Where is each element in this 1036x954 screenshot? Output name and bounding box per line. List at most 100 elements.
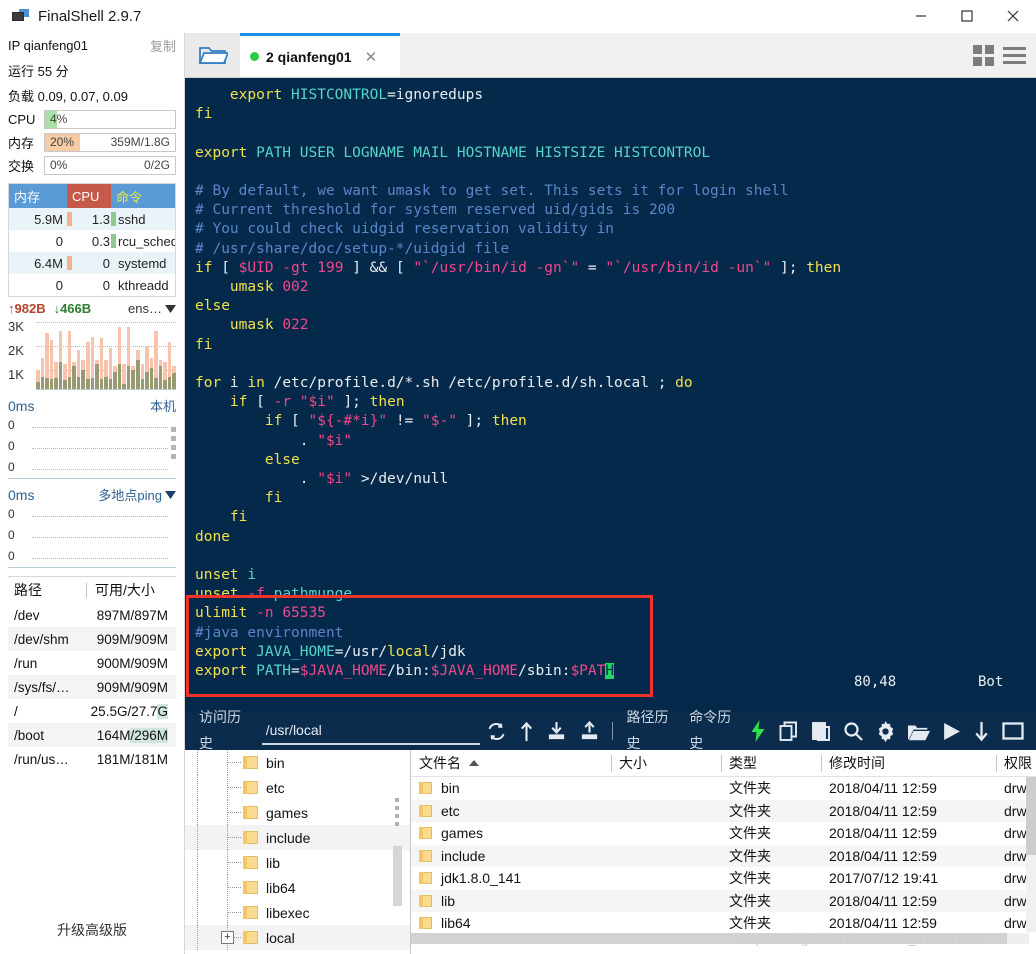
- terminal-line: #java environment: [195, 624, 344, 641]
- col-header-command[interactable]: 命令: [111, 184, 175, 208]
- folder-icon: [243, 856, 258, 869]
- table-row[interactable]: lib 文件夹 2018/04/11 12:59 drwxr: [411, 889, 1036, 912]
- up-arrow-icon[interactable]: [519, 721, 534, 742]
- ping-multi-latency: 0ms: [8, 486, 35, 503]
- scroll-thumb[interactable]: [393, 846, 402, 906]
- file-name-label: include: [441, 847, 486, 864]
- folder-icon[interactable]: [907, 722, 930, 741]
- disk-size: 181M/181M: [96, 751, 168, 767]
- tree-item-libexec[interactable]: libexec: [185, 900, 410, 925]
- table-row[interactable]: bin 文件夹 2018/04/11 12:59 drwxr: [411, 777, 1036, 800]
- tree-scrollbar[interactable]: [393, 750, 402, 954]
- col-header-size[interactable]: 可用/大小: [87, 580, 176, 600]
- refresh-icon[interactable]: [486, 721, 507, 742]
- scroll-thumb[interactable]: [411, 933, 1007, 944]
- grid-view-icon[interactable]: [973, 44, 994, 66]
- process-row[interactable]: 0 0 kthreadd: [9, 274, 175, 296]
- directory-tree[interactable]: bin etc games include lib lib64 libexec + local: [185, 750, 411, 954]
- col-header-path[interactable]: 路径: [8, 580, 86, 600]
- terminal-line: if [ "${-#*i}" != "$-" ]; then: [264, 413, 527, 430]
- path-input[interactable]: /usr/local: [261, 717, 480, 745]
- disk-row[interactable]: /dev/shm 909M/909M: [8, 627, 176, 651]
- tree-item-lib[interactable]: lib: [185, 850, 410, 875]
- col-header-size[interactable]: 大小: [611, 750, 721, 777]
- file-type-cell: 文件夹: [729, 892, 771, 909]
- col-header-memory[interactable]: 内存: [9, 184, 67, 208]
- tree-item-include[interactable]: include: [185, 825, 410, 850]
- tree-item-local[interactable]: + local: [185, 925, 410, 950]
- disk-size: 909M/909M: [96, 631, 168, 647]
- folder-icon: [419, 917, 432, 930]
- disk-path: /sys/fs/…: [14, 679, 70, 695]
- col-header-type[interactable]: 类型: [721, 750, 821, 777]
- disk-row[interactable]: / 25.5G/27.7G: [8, 699, 176, 723]
- terminal-line: umask 022: [229, 317, 309, 334]
- lightning-icon[interactable]: [750, 720, 767, 742]
- meter-bar: 4%: [44, 110, 176, 129]
- tree-item-etc[interactable]: etc: [185, 775, 410, 800]
- hamburger-menu-icon[interactable]: [1003, 46, 1026, 64]
- paste-icon[interactable]: [811, 721, 831, 742]
- download-arrow-icon[interactable]: [973, 721, 990, 742]
- col-header-filename[interactable]: 文件名: [411, 750, 611, 777]
- y-tick: 1K: [8, 367, 24, 382]
- tree-item-bin[interactable]: bin: [185, 750, 410, 775]
- close-icon[interactable]: ✕: [365, 48, 378, 66]
- ping-local-scrollbar[interactable]: [171, 427, 176, 463]
- close-button[interactable]: [990, 0, 1036, 33]
- load-label: 负载 0.09, 0.07, 0.09: [8, 89, 128, 104]
- maximize-button[interactable]: [944, 0, 990, 33]
- meter-percent: 20%: [50, 135, 75, 149]
- ip-row: IP qianfeng01 复制: [0, 33, 184, 58]
- terminal-output[interactable]: export HISTCONTROL=ignoredups fi export P…: [185, 78, 1036, 712]
- table-row[interactable]: lib64 文件夹 2018/04/11 12:59 drwxr: [411, 912, 1036, 935]
- interface-selector[interactable]: ens…: [128, 301, 176, 316]
- scroll-thumb[interactable]: [1026, 777, 1036, 855]
- col-header-modified[interactable]: 修改时间: [821, 750, 996, 777]
- monitor-icon: [12, 9, 29, 23]
- process-row[interactable]: 0 0.3 rcu_sched: [9, 230, 175, 252]
- disk-row[interactable]: /run/us… 181M/181M: [8, 747, 176, 771]
- process-row[interactable]: 6.4M 0 systemd: [9, 252, 175, 274]
- col-header-permissions[interactable]: 权限: [996, 750, 1036, 777]
- process-row[interactable]: 5.9M 1.3 sshd: [9, 208, 175, 230]
- table-row[interactable]: include 文件夹 2018/04/11 12:59 drwxr: [411, 844, 1036, 867]
- process-cpu: 0: [102, 255, 110, 271]
- copy-icon[interactable]: [779, 721, 799, 742]
- upgrade-button[interactable]: 升级高级版: [0, 920, 184, 940]
- gear-icon[interactable]: [875, 720, 896, 742]
- col-header-cpu[interactable]: CPU: [67, 184, 111, 208]
- file-type-cell: 文件夹: [729, 825, 771, 842]
- table-row[interactable]: games 文件夹 2018/04/11 12:59 drwxr: [411, 822, 1036, 845]
- search-icon[interactable]: [843, 721, 863, 741]
- copy-button[interactable]: 复制: [150, 36, 176, 55]
- folder-icon: [419, 894, 432, 907]
- file-modified-cell: 2018/04/11 12:59: [829, 802, 937, 819]
- network-chart-bars: [36, 318, 176, 390]
- disk-row[interactable]: /dev 897M/897M: [8, 603, 176, 627]
- disk-row[interactable]: /run 900M/909M: [8, 651, 176, 675]
- disk-row[interactable]: /sys/fs/… 909M/909M: [8, 675, 176, 699]
- file-list-panel[interactable]: 文件名 大小 类型 修改时间 权限 bin 文件夹 2018/04/11 12:59…: [411, 750, 1036, 954]
- minimize-button[interactable]: [898, 0, 944, 33]
- tree-item-games[interactable]: games: [185, 800, 410, 825]
- upload-icon[interactable]: [579, 720, 600, 742]
- file-modified-cell: 2018/04/11 12:59: [829, 780, 937, 797]
- expand-icon[interactable]: +: [221, 931, 234, 944]
- network-bar: [126, 326, 131, 389]
- download-icon[interactable]: [546, 721, 567, 742]
- tree-item-lib64[interactable]: lib64: [185, 875, 410, 900]
- terminal-line: export HISTCONTROL=ignoredups: [229, 87, 484, 103]
- tab-qianfeng01[interactable]: 2 qianfeng01 ✕: [240, 33, 400, 77]
- file-list-hscrollbar[interactable]: [411, 933, 1029, 944]
- file-name-cell: include: [411, 848, 611, 864]
- ping-multi-selector[interactable]: 多地点ping: [98, 485, 176, 504]
- file-list-scrollbar[interactable]: [1026, 777, 1036, 932]
- open-folder-icon[interactable]: [185, 33, 240, 77]
- play-icon[interactable]: [942, 722, 961, 741]
- window-icon[interactable]: [1002, 721, 1024, 741]
- table-row[interactable]: etc 文件夹 2018/04/11 12:59 drwxr: [411, 799, 1036, 822]
- disk-row[interactable]: /boot 164M/296M: [8, 723, 176, 747]
- file-type-cell: 文件夹: [729, 802, 771, 819]
- table-row[interactable]: jdk1.8.0_141 文件夹 2017/07/12 19:41 drwxr: [411, 867, 1036, 890]
